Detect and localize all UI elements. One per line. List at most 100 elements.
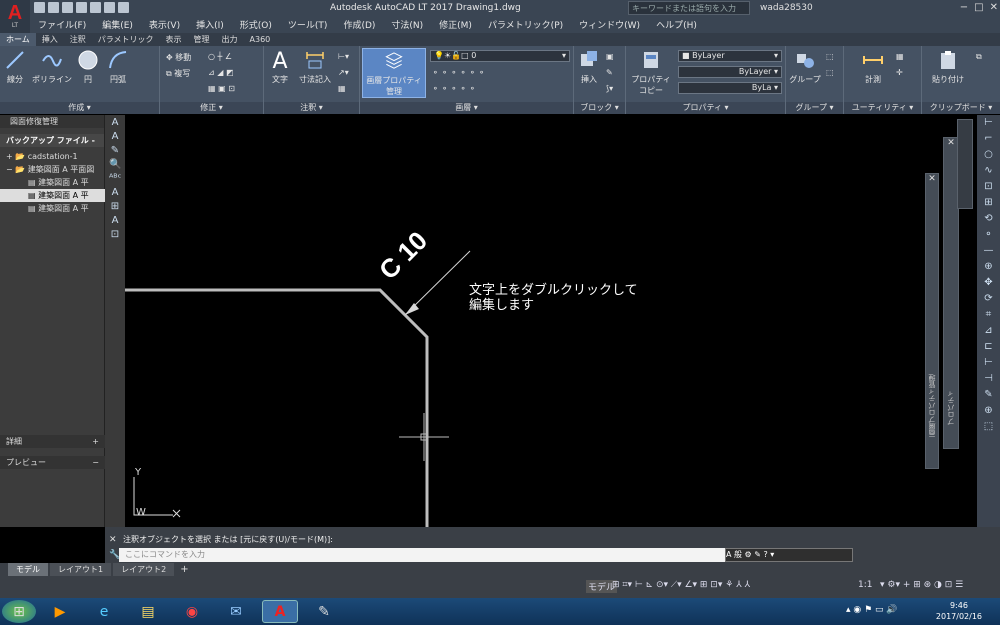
layer-properties-palette[interactable]: ✕ 画層プロパティ管理 — [925, 173, 939, 469]
palette-close-icon[interactable]: ✕ — [944, 138, 958, 148]
tab-layout1[interactable]: レイアウト1 — [50, 563, 112, 576]
id-point-icon[interactable]: ✛ — [896, 68, 903, 77]
tab-annotate[interactable]: 注釈 — [64, 33, 92, 46]
tab-output[interactable]: 出力 — [216, 33, 244, 46]
quick-calc-icon[interactable]: ▦ — [896, 52, 904, 61]
tab-parametric[interactable]: パラメトリック — [92, 33, 160, 46]
close-icon[interactable]: ✕ — [990, 2, 998, 13]
panel-clipboard-title[interactable]: クリップボード ▾ — [922, 102, 1000, 114]
panel-layers-title[interactable]: 画層 ▾ — [360, 102, 573, 114]
panel-annotation-title[interactable]: 注釈 ▾ — [264, 102, 359, 114]
menu-parametric[interactable]: パラメトリック(P) — [480, 17, 571, 33]
minimize-icon[interactable]: − — [960, 2, 968, 13]
palette-close-icon[interactable]: ✕ — [926, 174, 938, 184]
find-text-icon[interactable]: ✎ — [109, 145, 121, 157]
panel-create-title[interactable]: 作成 ▾ — [0, 102, 159, 114]
chrome-icon[interactable]: ◉ — [174, 600, 210, 623]
menu-modify[interactable]: 修正(M) — [431, 17, 480, 33]
undo-icon[interactable] — [104, 2, 115, 13]
menu-tools[interactable]: ツール(T) — [280, 17, 336, 33]
clock[interactable]: 9:46 2017/02/16 — [936, 600, 982, 622]
tree-node-selected[interactable]: ▤ 建築図面 A 平 — [0, 189, 105, 202]
tab-a360[interactable]: A360 — [244, 33, 277, 46]
text-toolbar-icon[interactable]: ⊡ — [109, 229, 121, 241]
layer-properties-button[interactable]: 画層プロパティ管理 — [362, 48, 426, 98]
group-button[interactable]: グループ — [788, 49, 822, 85]
menu-file[interactable]: ファイル(F) — [30, 17, 94, 33]
annotation-note[interactable]: 文字上をダブルクリックして 編集します — [469, 283, 638, 313]
stretch-icon[interactable]: ▦ ▣ ⊡ — [208, 84, 235, 93]
spell-check-icon[interactable]: ᴬᴮᶜ — [109, 173, 121, 185]
menu-format[interactable]: 形式(O) — [232, 17, 280, 33]
mirror-icon[interactable]: ⊿ ◢ ◩ — [208, 68, 234, 77]
create-block-icon[interactable]: ▣ — [606, 52, 614, 61]
media-player-icon[interactable]: ▶ — [42, 600, 78, 623]
search-input[interactable]: キーワードまたは語句を入力 — [628, 1, 750, 15]
save-as-icon[interactable] — [76, 2, 87, 13]
tab-view[interactable]: 表示 — [160, 33, 188, 46]
tree-node[interactable]: ▤ 建築図面 A 平 — [0, 176, 105, 189]
annotation-scale[interactable]: 1:1 — [858, 580, 872, 590]
draw-tools-icon[interactable]: ⊢ ⌐ ○ ∿ ⊡ ⊞ ⟲ ⚬ — ⊕ ✥ ⟳ ⌗ ⊿ ⊏ ⊢ ⊣ ✎ ⊕ ⬚ — [977, 115, 1000, 435]
open-icon[interactable] — [48, 2, 59, 13]
ime-toolbar[interactable]: A 般 ⚙ ✎ ? ▾ — [725, 548, 853, 562]
edit-block-icon[interactable]: ✎ — [606, 68, 613, 77]
text-style-icon[interactable]: A — [109, 187, 121, 199]
ungroup-icon[interactable]: ⬚ — [826, 52, 834, 61]
color-dropdown[interactable]: ■ ByLayer ▾ — [678, 50, 782, 62]
rotate-icon[interactable]: ○ ┼ ∠ — [208, 52, 232, 61]
collapsed-palette[interactable] — [957, 119, 973, 209]
system-tray-icon[interactable]: ▴ ◉ ⚑ ▭ 🔊 — [846, 605, 898, 615]
polyline-button[interactable]: ポリライン — [30, 49, 74, 85]
command-input[interactable]: ここにコマンドを入力 — [119, 548, 739, 562]
panel-block-title[interactable]: ブロック ▾ — [574, 102, 625, 114]
grid-icon[interactable]: ⊞ ⌗▾ ⊢ ⊾ ⊙▾ ⟋▾ ∠▾ ⊞ ⊡▾ ⚘ ⅄ ⅄ — [612, 580, 750, 590]
multileader-icon[interactable]: ↗▾ — [338, 68, 349, 77]
panel-utilities-title[interactable]: ユーティリティ ▾ — [844, 102, 921, 114]
text-edit-icon[interactable]: A — [109, 131, 121, 143]
justify-icon[interactable]: ⊞ — [109, 201, 121, 213]
menu-window[interactable]: ウィンドウ(W) — [571, 17, 648, 33]
layer-dropdown[interactable]: 💡☀🔓□ 0 ▾ — [430, 50, 570, 62]
line-button[interactable]: 線分 — [2, 49, 28, 85]
tree-node[interactable]: − 📂 建築図面 A 平面図 — [0, 163, 105, 176]
leader-icon[interactable]: ⊢▾ — [338, 52, 349, 61]
circle-button[interactable]: 円 — [76, 49, 100, 85]
copy-clip-icon[interactable]: ⧉ — [976, 52, 982, 62]
add-layout-icon[interactable]: + — [176, 564, 192, 575]
menu-help[interactable]: ヘルプ(H) — [648, 17, 705, 33]
new-icon[interactable] — [34, 2, 45, 13]
scale-text-icon[interactable]: A — [109, 215, 121, 227]
linetype-dropdown[interactable]: ByLayer ▾ — [678, 66, 782, 78]
match-properties-button[interactable]: プロパティコピー — [628, 49, 674, 96]
thunderbird-icon[interactable]: ✉ — [218, 600, 254, 623]
preview-section[interactable]: プレビュー − — [0, 456, 105, 469]
application-menu-button[interactable]: A LT — [0, 0, 30, 33]
tab-home[interactable]: ホーム — [0, 33, 36, 46]
backup-files-header[interactable]: バックアップ ファイル - — [0, 134, 104, 147]
tree-node[interactable]: + 📂 cadstation-1 — [0, 150, 105, 163]
move-button[interactable]: ✥ 移動 — [166, 52, 191, 63]
measure-button[interactable]: 計測 — [858, 49, 888, 85]
drawing-canvas[interactable]: C 10 文字上をダブルクリックして 編集します Y W ✕ 画層プロパティ管理… — [125, 115, 977, 527]
lineweight-dropdown[interactable]: ByLa ▾ — [678, 82, 782, 94]
block-attr-icon[interactable]: ⟆▾ — [606, 84, 613, 93]
copy-button[interactable]: ⧉ 複写 — [166, 68, 190, 79]
panel-properties-title[interactable]: プロパティ ▾ — [626, 102, 785, 114]
redo-icon[interactable] — [118, 2, 129, 13]
dimension-button[interactable]: 寸法記入 — [296, 49, 334, 85]
insert-block-button[interactable]: 挿入 — [576, 49, 602, 85]
tab-manage[interactable]: 管理 — [188, 33, 216, 46]
autocad-taskbar-icon[interactable]: A — [262, 600, 298, 623]
panel-modify-title[interactable]: 修正 ▾ — [160, 102, 263, 114]
tab-layout2[interactable]: レイアウト2 — [113, 563, 175, 576]
menu-insert[interactable]: 挿入(I) — [188, 17, 232, 33]
mtext-icon[interactable]: A — [109, 117, 121, 129]
group-edit-icon[interactable]: ⬚ — [826, 68, 834, 77]
details-section[interactable]: 詳細 + — [0, 435, 105, 448]
paint-icon[interactable]: ✎ — [306, 600, 342, 623]
workspace-icon[interactable]: ▾ ⚙▾ + ⊞ ⊛ ◑ ⊡ ☰ — [880, 580, 963, 590]
start-button[interactable]: ⊞ — [2, 600, 36, 623]
menu-draw[interactable]: 作成(D) — [335, 17, 383, 33]
tree-node[interactable]: ▤ 建築図面 A 平 — [0, 202, 105, 215]
